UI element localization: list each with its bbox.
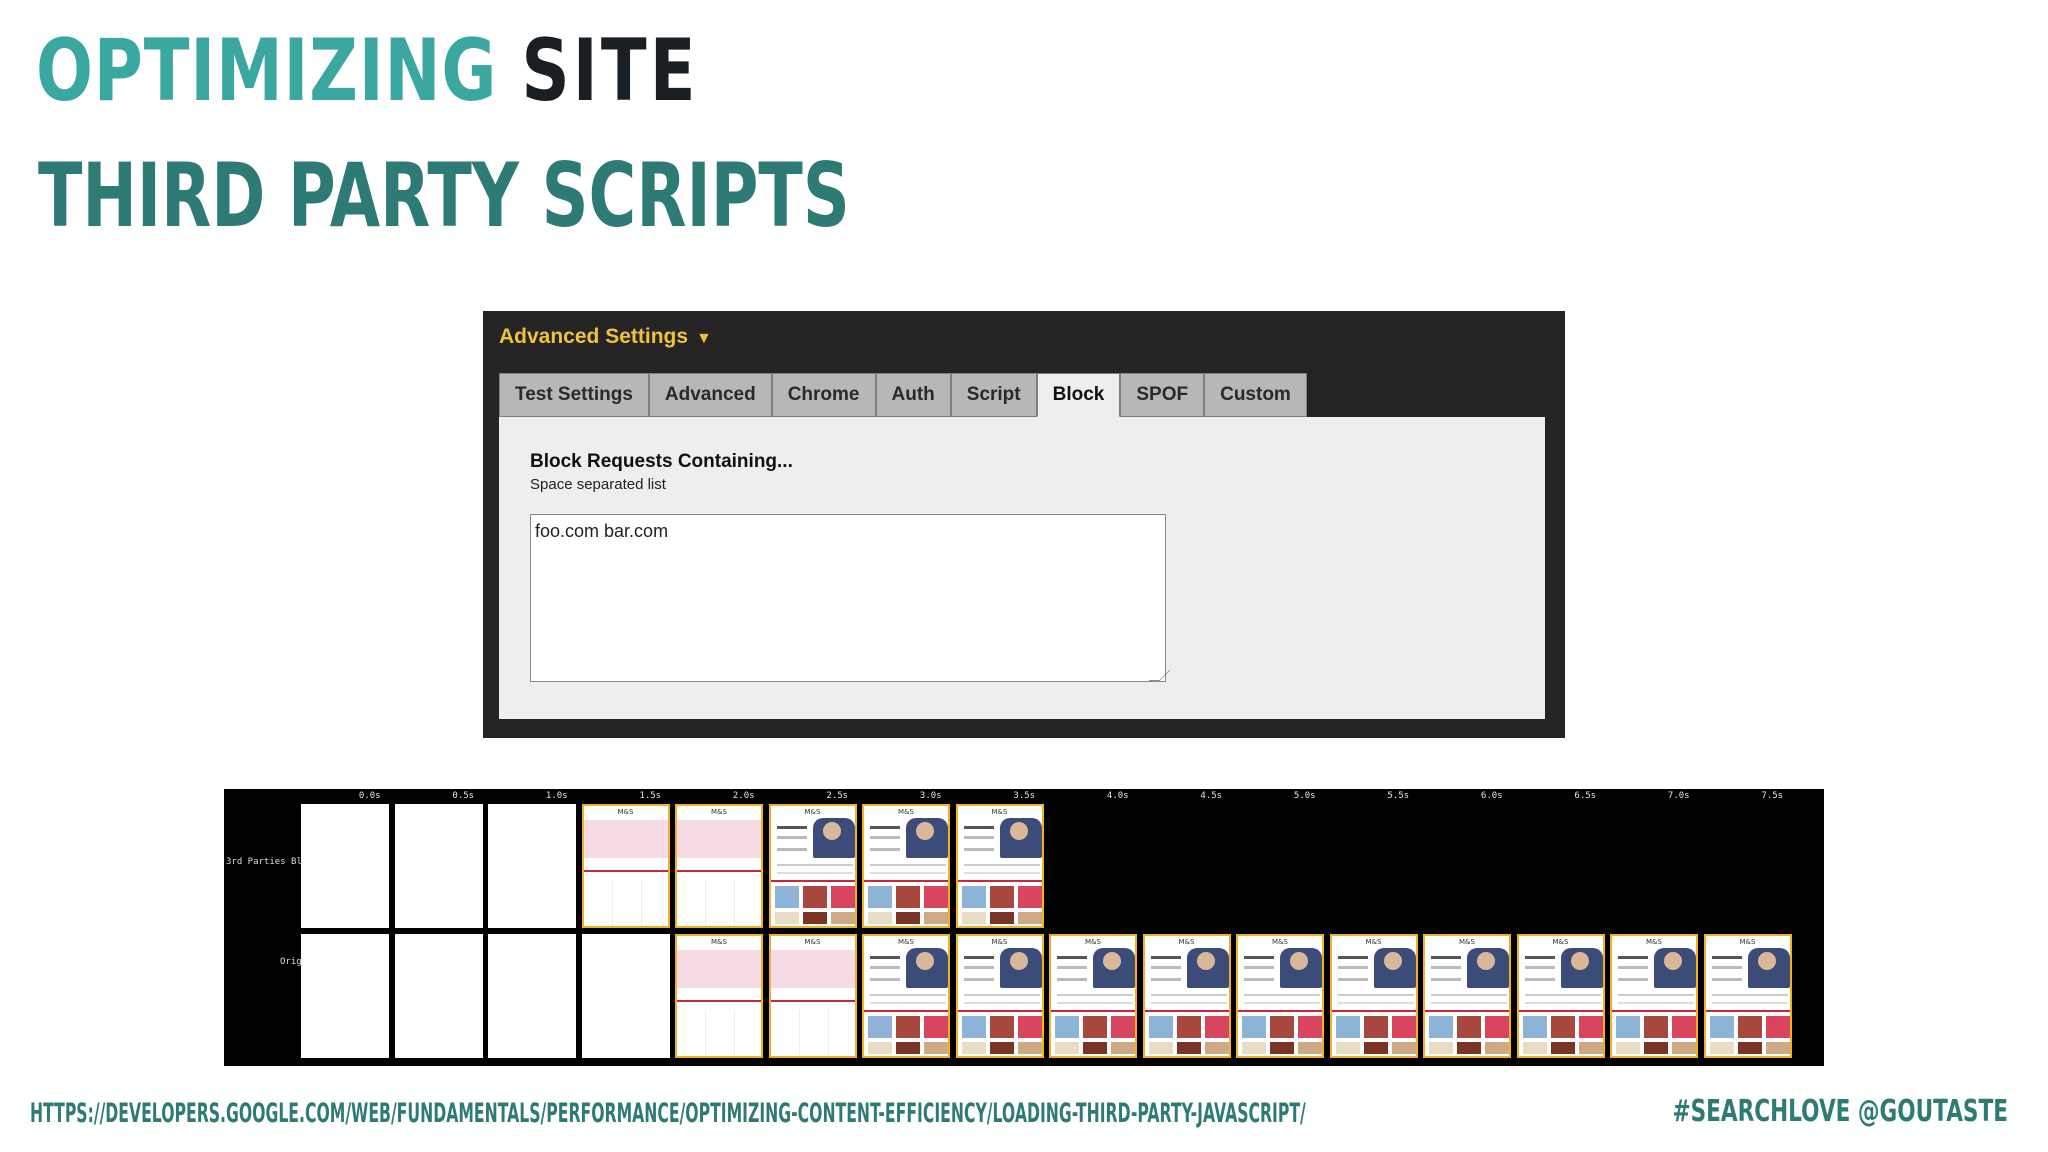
block-tab-content: Block Requests Containing... Space separ…: [499, 417, 1545, 719]
time-label: 0.0s: [358, 791, 381, 801]
tab-advanced[interactable]: Advanced: [648, 373, 772, 417]
frame-brand-text: M&S: [617, 808, 634, 816]
time-label: 3.0s: [919, 791, 942, 801]
filmstrip-frame: [488, 804, 576, 928]
filmstrip-frame: [394, 934, 483, 1058]
filmstrip-frame: M&S: [1610, 934, 1698, 1058]
filmstrip-frame: M&S: [768, 934, 857, 1058]
filmstrip-frame: [394, 804, 483, 928]
frame-brand-text: M&S: [991, 938, 1008, 946]
tab-spof[interactable]: SPOF: [1120, 373, 1205, 417]
filmstrip-frame: M&S: [862, 804, 950, 928]
filmstrip-frame: [581, 934, 670, 1058]
filmstrip-frame: M&S: [1236, 934, 1324, 1058]
caret-down-icon: ▼: [696, 330, 712, 347]
time-label: 0.5s: [452, 791, 475, 801]
tab-test-settings[interactable]: Test Settings: [499, 373, 649, 417]
time-label: 6.5s: [1574, 791, 1597, 801]
filmstrip-frame: M&S: [955, 934, 1044, 1058]
time-label: 5.5s: [1387, 791, 1410, 801]
time-label: 2.0s: [732, 791, 755, 801]
filmstrip-frame: M&S: [1516, 934, 1605, 1058]
advanced-settings-panel: Advanced Settings ▼ Test Settings Advance…: [483, 311, 1565, 738]
frame-brand-text: M&S: [711, 808, 727, 816]
filmstrip-frame: M&S: [675, 804, 763, 928]
filmstrip-frame: M&S: [1142, 934, 1231, 1058]
frame-brand-text: M&S: [1459, 938, 1475, 946]
block-requests-heading: Block Requests Containing...: [530, 451, 793, 472]
time-label: 2.5s: [826, 791, 849, 801]
filmstrip: 0.0s 0.5s 1.0s 1.5s 2.0s 2.5s 3.0s 3.5s 4.0s 4.5s…: [224, 789, 1824, 1066]
source-url-link[interactable]: HTTPS://DEVELOPERS.GOOGLE.COM/WEB/FUNDAM…: [30, 1098, 1306, 1129]
frame-brand-text: M&S: [1178, 938, 1195, 946]
frame-brand-text: M&S: [804, 938, 821, 946]
frame-brand-text: M&S: [1365, 938, 1382, 946]
time-label: 7.5s: [1761, 791, 1784, 801]
slide-subtitle: THIRD PARTY SCRIPTS: [38, 144, 850, 247]
footer-handle: #SEARCHLOVE @GOUTASTE: [1672, 1094, 2008, 1129]
filmstrip-frame: M&S: [581, 804, 670, 928]
time-label: 1.5s: [639, 791, 662, 801]
tab-custom[interactable]: Custom: [1204, 373, 1307, 417]
filmstrip-frame: M&S: [768, 804, 857, 928]
time-label: 4.0s: [1106, 791, 1129, 801]
slide-title: OPTIMIZING SITE: [36, 28, 699, 114]
time-label: 1.0s: [545, 791, 568, 801]
filmstrip-frame: M&S: [1329, 934, 1418, 1058]
tab-chrome[interactable]: Chrome: [771, 373, 876, 417]
frame-brand-text: M&S: [1739, 938, 1756, 946]
block-requests-textarea[interactable]: foo.com bar.com: [530, 514, 1166, 682]
filmstrip-frame: [488, 934, 576, 1058]
filmstrip-frame: [301, 804, 389, 928]
filmstrip-frame: M&S: [1049, 934, 1137, 1058]
frame-brand-text: M&S: [898, 808, 914, 816]
time-label: 4.5s: [1200, 791, 1223, 801]
frame-brand-text: M&S: [991, 808, 1008, 816]
filmstrip-frame: [301, 934, 389, 1058]
time-label: 7.0s: [1667, 791, 1690, 801]
filmstrip-frame: M&S: [1703, 934, 1792, 1058]
filmstrip-frame: M&S: [862, 934, 950, 1058]
filmstrip-frame: M&S: [955, 804, 1044, 928]
advanced-settings-toggle[interactable]: Advanced Settings ▼: [499, 325, 712, 349]
frame-brand-text: M&S: [804, 808, 821, 816]
frame-brand-text: M&S: [1646, 938, 1662, 946]
frame-brand-text: M&S: [711, 938, 727, 946]
advanced-settings-label: Advanced Settings: [499, 325, 689, 348]
frame-brand-text: M&S: [898, 938, 914, 946]
filmstrip-frame: M&S: [1423, 934, 1511, 1058]
time-label: 6.0s: [1480, 791, 1503, 801]
frame-brand-text: M&S: [1085, 938, 1101, 946]
tab-block[interactable]: Block: [1036, 373, 1121, 417]
tab-script[interactable]: Script: [950, 373, 1037, 417]
slide-title-part2: SITE: [521, 21, 699, 121]
time-label: 3.5s: [1013, 791, 1036, 801]
settings-tabs: Test Settings Advanced Chrome Auth Scrip…: [499, 373, 1307, 417]
tab-auth[interactable]: Auth: [875, 373, 951, 417]
filmstrip-frame: M&S: [675, 934, 763, 1058]
block-requests-hint: Space separated list: [530, 476, 666, 493]
frame-brand-text: M&S: [1272, 938, 1288, 946]
frame-brand-text: M&S: [1552, 938, 1569, 946]
slide-title-part1: OPTIMIZING: [36, 21, 498, 121]
time-label: 5.0s: [1293, 791, 1316, 801]
